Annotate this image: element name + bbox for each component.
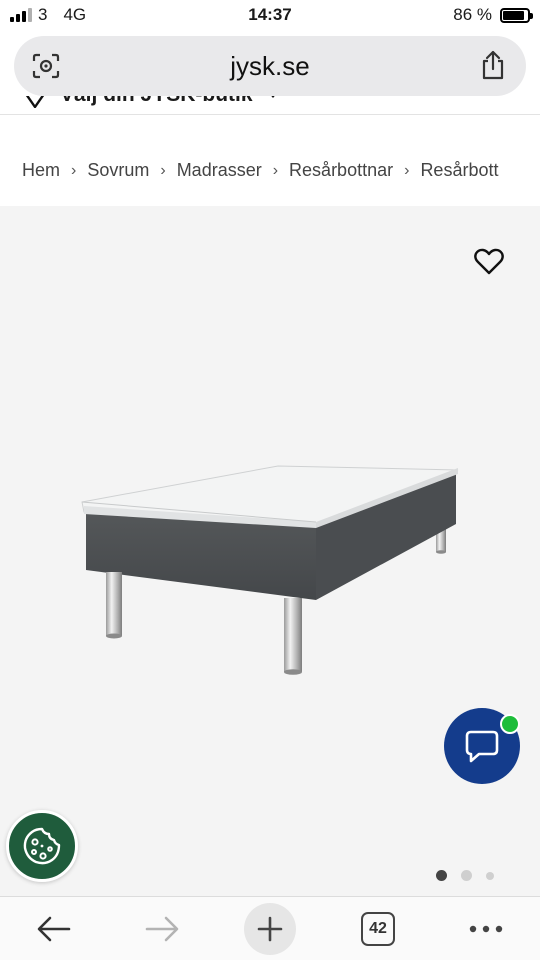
gallery-dot[interactable] — [461, 870, 472, 881]
share-icon[interactable] — [480, 50, 506, 80]
breadcrumb-link[interactable]: Hem — [22, 160, 60, 181]
signal-icon — [10, 8, 32, 22]
battery-level — [503, 10, 524, 20]
online-status-indicator — [500, 714, 520, 734]
arrow-left-icon — [37, 916, 71, 941]
product-gallery[interactable] — [0, 206, 540, 896]
arrow-right-icon — [145, 916, 179, 941]
store-selector-label[interactable]: Välj din JYSK-butik — [60, 96, 253, 107]
header-divider — [0, 114, 540, 115]
gallery-dot[interactable] — [486, 871, 494, 880]
cookie-settings-button[interactable] — [6, 810, 78, 882]
breadcrumb-link[interactable]: Resårbottnar — [289, 160, 393, 181]
chevron-down-icon — [270, 96, 275, 98]
store-selector[interactable]: Välj din JYSK-butik — [0, 96, 540, 114]
status-right: 86 % — [453, 5, 533, 25]
chevron-right-icon: › — [71, 161, 77, 179]
browser-toolbar: 42 — [0, 896, 540, 960]
tabs-button[interactable]: 42 — [350, 901, 406, 957]
gallery-pagination[interactable] — [436, 870, 494, 881]
location-pin-icon — [25, 96, 45, 108]
gallery-dot-active[interactable] — [436, 870, 447, 881]
tabs-count[interactable]: 42 — [361, 911, 395, 946]
chevron-right-icon: › — [160, 161, 166, 179]
breadcrumb-link[interactable]: Sovrum — [87, 160, 149, 181]
new-tab-circle[interactable] — [244, 902, 296, 955]
battery-icon — [500, 7, 533, 23]
breadcrumb-link[interactable]: Resårbott — [420, 160, 498, 181]
new-tab-button[interactable] — [242, 901, 298, 957]
breadcrumb-link[interactable]: Madrasser — [177, 160, 262, 181]
chevron-right-icon: › — [404, 161, 410, 179]
forward-button[interactable] — [134, 901, 190, 957]
address-bar[interactable]: jysk.se — [14, 36, 526, 96]
network-type: 4G — [63, 5, 87, 24]
chevron-right-icon: › — [272, 161, 279, 179]
back-button[interactable] — [26, 901, 82, 957]
carrier-name: 3 — [38, 5, 48, 24]
cookie-icon — [23, 827, 61, 865]
status-bar: 3 4G 14:37 86 % — [0, 0, 540, 30]
heart-icon[interactable] — [473, 246, 505, 278]
url-text[interactable]: jysk.se — [230, 51, 309, 82]
more-dots-icon — [469, 925, 503, 932]
status-left: 3 4G — [10, 5, 86, 25]
breadcrumb: Hem › Sovrum › Madrasser › Resårbottnar › Resårb… — [22, 160, 540, 181]
plus-icon — [257, 916, 283, 941]
product-image[interactable] — [70, 446, 470, 686]
battery-percent: 86 % — [453, 5, 492, 24]
more-menu-button[interactable] — [458, 901, 514, 957]
page-tools-icon[interactable] — [32, 53, 60, 79]
chat-bubble-icon — [465, 730, 499, 763]
chat-button[interactable] — [444, 708, 520, 784]
store-selector-inner[interactable]: Välj din JYSK-butik — [24, 96, 279, 108]
